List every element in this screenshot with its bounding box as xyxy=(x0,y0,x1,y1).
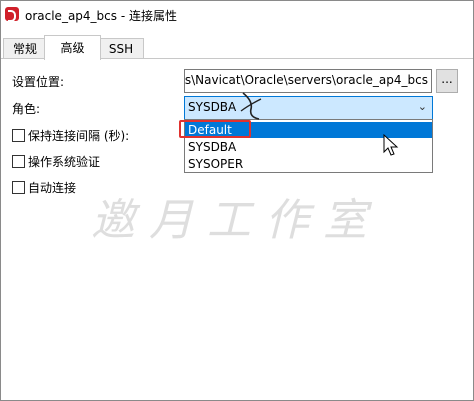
auto-connect-checkbox[interactable] xyxy=(12,181,25,194)
chevron-down-icon: ⌄ xyxy=(417,100,427,113)
keepalive-label: 保持连接间隔 (秒): xyxy=(28,129,130,143)
window-title: oracle_ap4_bcs - 连接属性 xyxy=(25,9,177,23)
keepalive-checkbox[interactable] xyxy=(12,129,25,142)
tab-bar: 常规 高级 SSH xyxy=(1,35,473,60)
role-selected-value: SYSDBA xyxy=(188,100,237,114)
auto-connect-label: 自动连接 xyxy=(28,181,77,195)
settings-location-value: ts\Navicat\Oracle\servers\oracle_ap4_bcs xyxy=(184,73,428,87)
role-label: 角色: xyxy=(12,102,41,116)
os-auth-checkbox[interactable] xyxy=(12,155,25,168)
tab-advanced[interactable]: 高级 xyxy=(44,35,101,60)
browse-button[interactable]: ... xyxy=(436,69,458,93)
role-select[interactable]: SYSDBA ⌄ xyxy=(184,96,433,120)
tab-general[interactable]: 常规 xyxy=(3,38,47,59)
tab-ssh[interactable]: SSH xyxy=(98,38,144,59)
highlight-annotation-box xyxy=(179,120,251,138)
mouse-cursor-icon xyxy=(383,134,399,156)
annotation-scribble-icon xyxy=(240,92,262,120)
navicat-app-icon xyxy=(5,7,19,22)
settings-location-label: 设置位置: xyxy=(12,75,65,89)
title-bar: oracle_ap4_bcs - 连接属性 xyxy=(1,1,473,29)
connection-properties-window: oracle_ap4_bcs - 连接属性 常规 高级 SSH 设置位置: ts… xyxy=(0,0,474,401)
watermark-text: 邀月工作室 xyxy=(91,195,381,246)
os-auth-label: 操作系统验证 xyxy=(28,155,101,169)
role-option-sysoper[interactable]: SYSOPER xyxy=(185,156,432,172)
settings-location-field[interactable]: ts\Navicat\Oracle\servers\oracle_ap4_bcs xyxy=(184,69,432,93)
